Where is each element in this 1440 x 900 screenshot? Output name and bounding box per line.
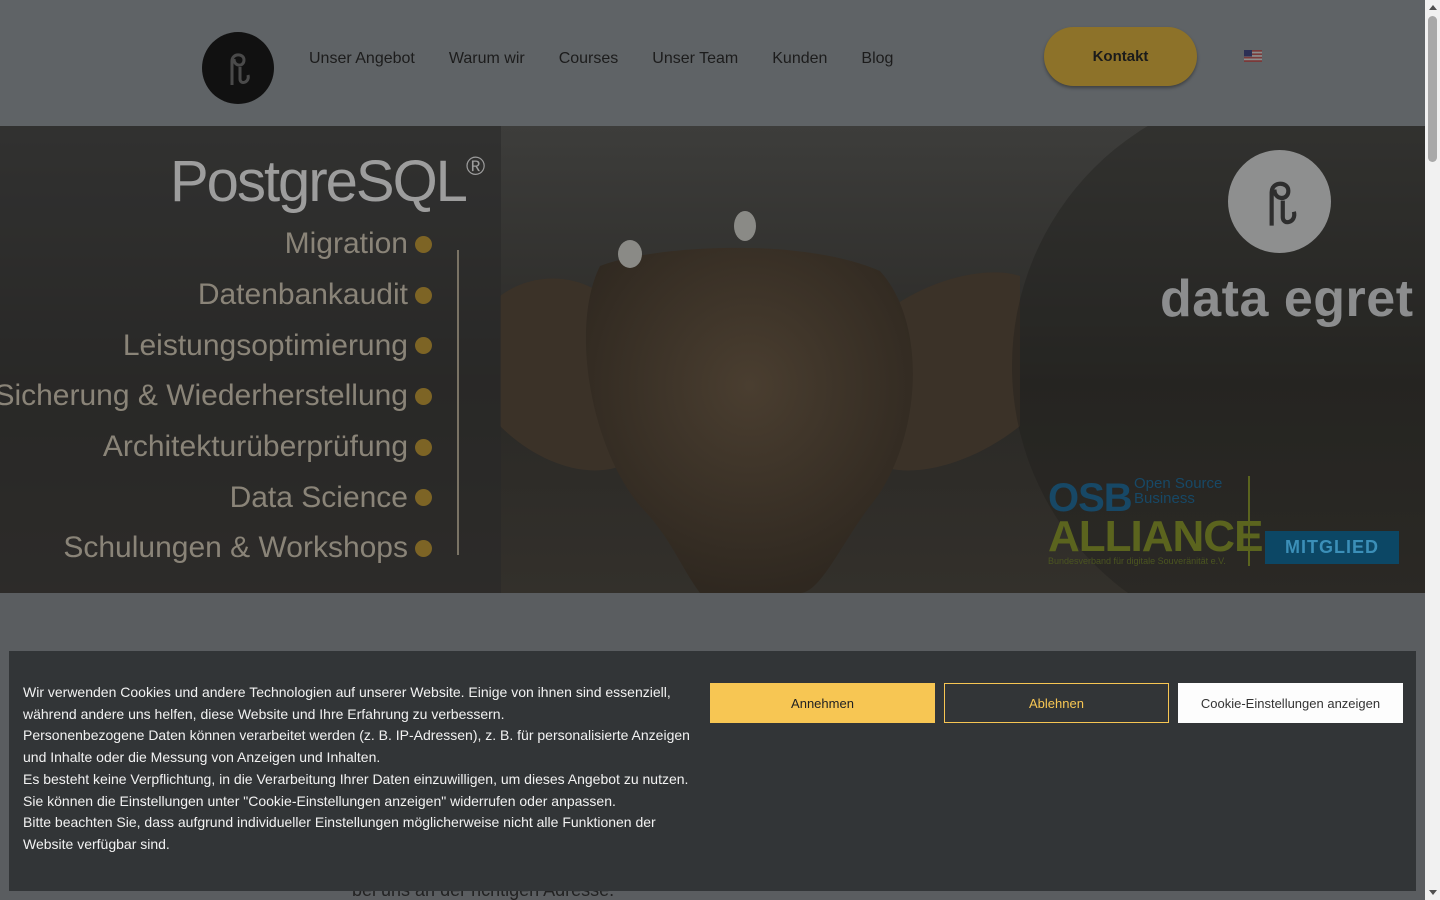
service-item[interactable]: Migration bbox=[0, 219, 432, 270]
services-list: Migration Datenbankaudit Leistungsoptimi… bbox=[0, 219, 432, 574]
contact-button[interactable]: Kontakt bbox=[1044, 27, 1197, 86]
nav-courses[interactable]: Courses bbox=[542, 50, 636, 68]
service-item[interactable]: Architekturüberprüfung bbox=[0, 422, 432, 473]
us-flag-icon[interactable] bbox=[1244, 50, 1262, 62]
bullet-dot-icon bbox=[415, 539, 432, 557]
egret-logo-icon bbox=[1269, 181, 1296, 226]
nav-blog[interactable]: Blog bbox=[844, 50, 910, 68]
bullet-dot-icon bbox=[415, 286, 432, 304]
page-scrollbar[interactable] bbox=[1425, 0, 1440, 900]
hero-banner: PostgreSQL® Migration Datenbankaudit Lei… bbox=[0, 126, 1425, 593]
scroll-up-arrow-icon[interactable] bbox=[1425, 0, 1440, 15]
brand-name: data egret bbox=[1160, 270, 1414, 328]
site-header: Unser Angebot Warum wir Courses Unser Te… bbox=[0, 0, 1425, 126]
nav-unser-angebot[interactable]: Unser Angebot bbox=[292, 50, 432, 68]
nav-kunden[interactable]: Kunden bbox=[755, 50, 844, 68]
postgresql-title: PostgreSQL® bbox=[170, 149, 486, 214]
service-item[interactable]: Datenbankaudit bbox=[0, 270, 432, 321]
scroll-thumb[interactable] bbox=[1428, 16, 1437, 162]
nav-warum-wir[interactable]: Warum wir bbox=[432, 50, 542, 68]
service-item[interactable]: Leistungsoptimierung bbox=[0, 320, 432, 371]
service-item[interactable]: Schulungen & Workshops bbox=[0, 523, 432, 574]
decline-cookies-button[interactable]: Ablehnen bbox=[944, 683, 1169, 723]
divider bbox=[1248, 476, 1250, 566]
logo[interactable] bbox=[202, 32, 274, 104]
cookie-settings-button[interactable]: Cookie-Einstellungen anzeigen bbox=[1178, 683, 1403, 723]
scroll-down-arrow-icon[interactable] bbox=[1425, 885, 1440, 900]
service-item[interactable]: Sicherung & Wiederherstellung bbox=[0, 371, 432, 422]
egret-logo-icon bbox=[230, 53, 250, 85]
bullet-dot-icon bbox=[415, 438, 432, 456]
accept-cookies-button[interactable]: Annehmen bbox=[710, 683, 935, 723]
cookie-message: Wir verwenden Cookies und andere Technol… bbox=[23, 684, 690, 852]
data-egret-logo bbox=[1228, 150, 1331, 253]
main-nav: Unser Angebot Warum wir Courses Unser Te… bbox=[292, 50, 910, 68]
cookie-banner: Wir verwenden Cookies und andere Technol… bbox=[9, 651, 1416, 891]
service-item[interactable]: Data Science bbox=[0, 472, 432, 523]
timeline-line bbox=[457, 250, 459, 555]
bullet-dot-icon bbox=[415, 387, 432, 405]
nav-unser-team[interactable]: Unser Team bbox=[635, 50, 755, 68]
bullet-dot-icon bbox=[415, 235, 432, 253]
member-badge: MITGLIED bbox=[1265, 531, 1399, 564]
